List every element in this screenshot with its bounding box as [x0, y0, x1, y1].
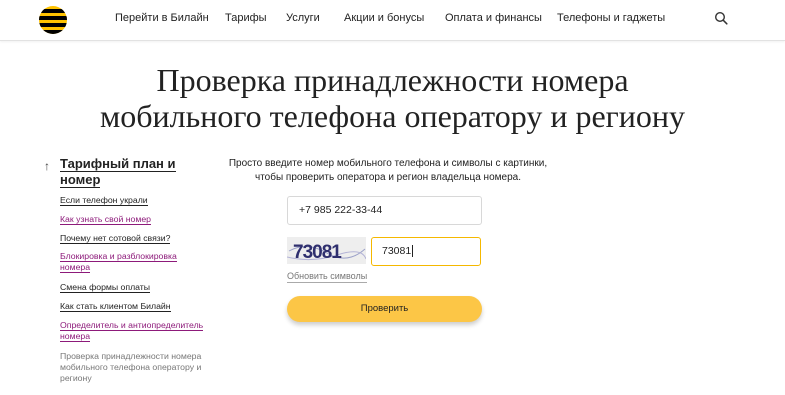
sidebar-item-become-client[interactable]: Как стать клиентом Билайн	[60, 301, 215, 312]
captcha-image: 73081	[287, 237, 366, 264]
phone-number-input[interactable]: +7 985 222-33-44	[287, 196, 482, 225]
sidebar-item-find-number[interactable]: Как узнать свой номер	[60, 214, 215, 225]
sidebar-item-no-signal[interactable]: Почему нет сотовой связи?	[60, 233, 215, 244]
form-intro: Просто введите номер мобильного телефона…	[228, 158, 548, 183]
sidebar-item-stolen-phone[interactable]: Если телефон украли	[60, 195, 215, 206]
nav-item-tariffs[interactable]: Тарифы	[225, 12, 267, 24]
nav-item-promotions[interactable]: Акции и бонусы	[344, 12, 424, 24]
nav-item-payments[interactable]: Оплата и финансы	[445, 12, 542, 24]
arrow-up-icon: ↑	[44, 159, 50, 173]
nav-item-phones[interactable]: Телефоны и гаджеты	[557, 12, 665, 24]
beeline-logo[interactable]	[39, 6, 67, 34]
sidebar-heading[interactable]: ↑ Тарифный план и номер	[44, 156, 214, 188]
sidebar: ↑ Тарифный план и номер Если телефон укр…	[44, 156, 214, 383]
check-button[interactable]: Проверить	[287, 296, 482, 322]
sidebar-item-caller-id[interactable]: Определитель и антиопределитель номера	[60, 320, 215, 342]
sidebar-item-payment-form[interactable]: Смена формы оплаты	[60, 282, 215, 293]
text-cursor	[412, 245, 414, 258]
nav-item-services[interactable]: Услуги	[286, 12, 320, 24]
sidebar-item-current: Проверка принадлежности номера мобильного…	[60, 351, 202, 383]
search-icon[interactable]	[714, 11, 728, 25]
site-header: Перейти в Билайн Тарифы Услуги Акции и б…	[0, 0, 785, 41]
captcha-text: 73081	[293, 242, 342, 263]
page-title: Проверка принадлежности номера мобильног…	[99, 62, 686, 134]
captcha-input[interactable]: 73081	[371, 237, 481, 266]
refresh-captcha-link[interactable]: Обновить символы	[287, 271, 368, 283]
nav-item-beeline[interactable]: Перейти в Билайн	[115, 12, 209, 24]
sidebar-item-blocking[interactable]: Блокировка и разблокировка номера	[60, 251, 215, 273]
